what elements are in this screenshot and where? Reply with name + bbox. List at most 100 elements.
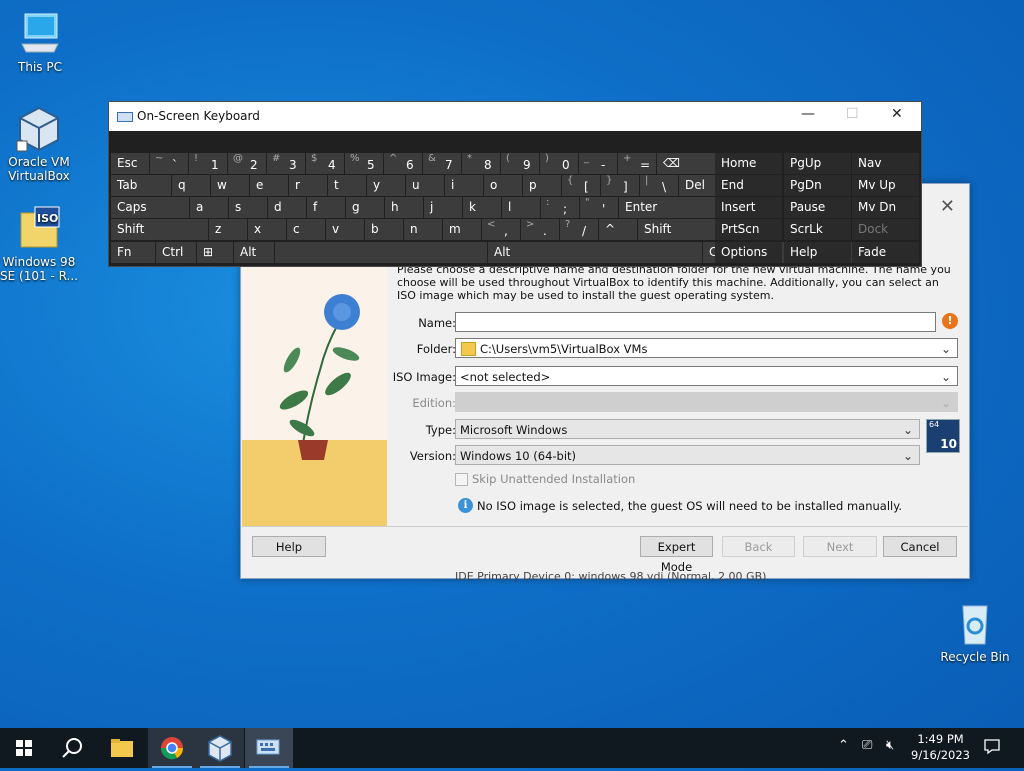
key-4-1[interactable]: Ctrl [156,242,196,263]
skip-unattended-checkbox[interactable] [455,473,468,486]
minimize-button[interactable]: — [801,106,815,122]
key-1-7[interactable]: u [406,175,444,196]
chevron-up-icon[interactable]: ⌃ [838,738,849,753]
key-1-3[interactable]: e [250,175,288,196]
search-button[interactable] [48,728,96,768]
version-select[interactable]: Windows 10 (64-bit) ⌄ [455,445,920,465]
next-button[interactable]: Next [803,536,877,557]
key-0-0[interactable]: Esc [111,153,149,174]
key-4-2[interactable]: ⊞ [197,242,233,263]
virtualbox-taskbar-button[interactable] [196,728,244,768]
key-2-0[interactable]: Caps [111,197,189,218]
key-1-2[interactable]: w [211,175,249,196]
key-2-1[interactable]: a [190,197,228,218]
maximize-button[interactable]: ☐ [846,106,859,122]
key-1-5[interactable]: t [328,175,366,196]
key-0-10[interactable]: (9 [501,153,539,174]
key-3-5[interactable]: b [365,219,403,240]
back-button[interactable]: Back [722,536,795,557]
key-3-7[interactable]: m [443,219,481,240]
key-3-0[interactable]: Shift [111,219,208,240]
nav-key-fade[interactable]: Fade [852,242,919,263]
key-3-12[interactable]: Shift [638,219,718,240]
volume-muted-icon[interactable]: 🔇︎ [886,738,894,753]
key-1-13[interactable]: | \ [640,175,678,196]
key-3-2[interactable]: x [248,219,286,240]
key-2-2[interactable]: s [229,197,267,218]
nav-key-pause[interactable]: Pause [784,197,851,218]
key-0-1[interactable]: ~ ` [150,153,188,174]
key-1-1[interactable]: q [172,175,210,196]
nav-key-options[interactable]: Options [715,242,782,263]
file-explorer-button[interactable] [98,728,146,768]
key-0-6[interactable]: % 5 [345,153,383,174]
space-key[interactable] [275,242,487,263]
key-0-2[interactable]: ! 1 [189,153,227,174]
start-button[interactable] [0,728,48,768]
key-3-9[interactable]: >. [521,219,559,240]
dialog-close-button[interactable]: ✕ [940,196,955,217]
key-0-3[interactable]: @2 [228,153,266,174]
key-2-9[interactable]: l [502,197,540,218]
key-3-11[interactable]: ^ [599,219,637,240]
key-3-8[interactable]: <, [482,219,520,240]
network-icon[interactable]: ⎚ [862,738,872,753]
key-1-0[interactable]: Tab [111,175,171,196]
key-0-14[interactable]: ⌫ [657,153,717,174]
key-2-6[interactable]: h [385,197,423,218]
expert-mode-button[interactable]: Expert Mode [640,536,713,574]
nav-key-home[interactable]: Home [715,153,782,174]
nav-key-insert[interactable]: Insert [715,197,782,218]
key-0-7[interactable]: ^ 6 [384,153,422,174]
key-0-13[interactable]: + = [618,153,656,174]
key-3-3[interactable]: c [287,219,325,240]
key-1-4[interactable]: r [289,175,327,196]
nav-key-scrlk[interactable]: ScrLk [784,219,851,240]
close-button[interactable]: ✕ [891,106,903,122]
key-1-8[interactable]: i [445,175,483,196]
key-2-7[interactable]: j [424,197,462,218]
chrome-button[interactable] [148,728,196,768]
key-3-10[interactable]: ? / [560,219,598,240]
nav-key-nav[interactable]: Nav [852,153,919,174]
key-3-6[interactable]: n [404,219,442,240]
osk-taskbar-button[interactable] [245,728,293,768]
key-1-11[interactable]: {[ [562,175,600,196]
nav-key-pgdn[interactable]: PgDn [784,175,851,196]
taskbar-clock[interactable]: 1:49 PM 9/16/2023 [911,731,970,763]
iso-select[interactable]: <not selected> ⌄ [455,366,958,386]
nav-key-dock[interactable]: Dock [852,219,919,240]
nav-key-help[interactable]: Help [784,242,851,263]
key-0-12[interactable]: _ - [579,153,617,174]
key-0-9[interactable]: * 8 [462,153,500,174]
key-0-4[interactable]: #3 [267,153,305,174]
nav-key-end[interactable]: End [715,175,782,196]
folder-select[interactable]: C:\Users\vm5\VirtualBox VMs ⌄ [455,338,958,358]
type-select[interactable]: Microsoft Windows ⌄ [455,419,920,439]
key-1-9[interactable]: o [484,175,522,196]
nav-key-pgup[interactable]: PgUp [784,153,851,174]
desktop-icon-recycle-bin[interactable]: Recycle Bin [935,600,1015,664]
key-2-8[interactable]: k [463,197,501,218]
key-2-10[interactable]: :; [541,197,579,218]
nav-key-mv-dn[interactable]: Mv Dn [852,197,919,218]
key-1-10[interactable]: p [523,175,561,196]
key-1-6[interactable]: y [367,175,405,196]
desktop-icon-windows98[interactable]: ISO Windows 98 SE (101 - R... [0,205,79,283]
key-0-11[interactable]: ) 0 [540,153,578,174]
name-input[interactable] [455,312,936,332]
nav-key-mv-up[interactable]: Mv Up [852,175,919,196]
key-4-0[interactable]: Fn [111,242,155,263]
key-4-4[interactable]: Alt [488,242,702,263]
key-4-3[interactable]: Alt [234,242,274,263]
notification-icon[interactable] [983,737,1001,759]
key-2-11[interactable]: " ' [580,197,618,218]
key-0-5[interactable]: $4 [306,153,344,174]
key-2-3[interactable]: d [268,197,306,218]
key-3-4[interactable]: v [326,219,364,240]
desktop-icon-virtualbox[interactable]: Oracle VM VirtualBox [0,105,79,183]
nav-key-prtscn[interactable]: PrtScn [715,219,782,240]
key-0-8[interactable]: & 7 [423,153,461,174]
key-1-12[interactable]: }] [601,175,639,196]
cancel-button[interactable]: Cancel [883,536,957,557]
